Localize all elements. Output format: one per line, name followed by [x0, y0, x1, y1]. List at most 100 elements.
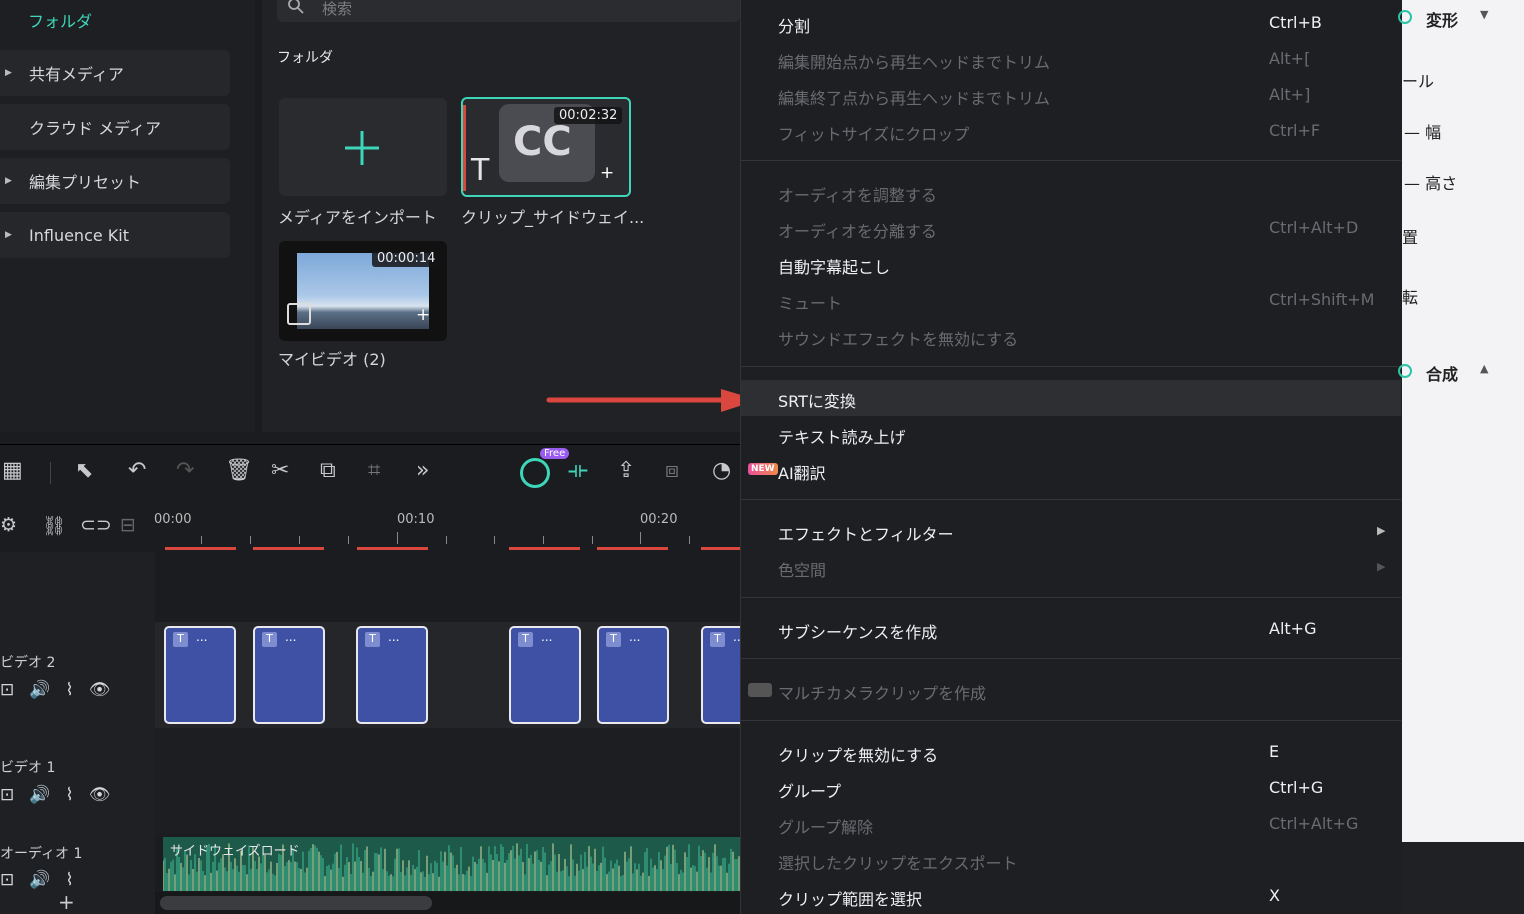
clip-range-marker	[253, 547, 324, 550]
menu-item-export-selected[interactable]: 選択したクリップをエクスポート	[778, 850, 1018, 874]
composite-heading[interactable]: 合成	[1426, 361, 1458, 385]
crop-icon[interactable]: ⌗	[368, 458, 380, 483]
expand-arrow-icon[interactable]: ▶	[5, 176, 15, 186]
select-pointer-icon[interactable]: ⬉	[75, 458, 93, 483]
auto-beat-icon[interactable]: ⟛	[568, 458, 588, 483]
property-label-height: — 高さ	[1404, 174, 1458, 193]
text-icon: T	[518, 632, 533, 647]
property-label: 転	[1402, 288, 1419, 307]
menu-item-split[interactable]: 分割	[778, 13, 810, 37]
track-manager-icon[interactable]: ⊟	[120, 514, 136, 536]
ai-mate-icon[interactable]	[520, 458, 550, 488]
menu-item-create-subsequence[interactable]: サブシーケンスを作成	[778, 619, 937, 643]
track-controls-video-1[interactable]: ⊡🔊⌇👁	[0, 785, 125, 805]
sidebar-title[interactable]: フォルダ	[28, 8, 92, 32]
sidebar-item-edit-presets[interactable]: ▶ 編集プリセット	[0, 158, 230, 204]
menu-item-select-clip-range[interactable]: クリップ範囲を選択	[778, 886, 922, 910]
delete-icon[interactable]: 🗑	[225, 458, 253, 483]
clip-range-marker	[597, 547, 668, 550]
timeline-text-clip[interactable]: T...	[509, 626, 581, 724]
add-icon[interactable]: +	[416, 305, 430, 325]
toggle-icon[interactable]	[1398, 364, 1412, 378]
property-label-width: — 幅	[1404, 123, 1442, 142]
media-item-subtitle-clip[interactable]: CC T 00:02:32 +	[461, 97, 631, 197]
timeline-scroll-thumb[interactable]	[160, 896, 432, 910]
menu-item-adjust-audio[interactable]: オーディオを調整する	[778, 182, 937, 206]
transform-heading[interactable]: 変形	[1426, 7, 1458, 31]
add-icon[interactable]: +	[600, 163, 614, 183]
menu-item-auto-captions[interactable]: 自動字幕起こし	[778, 254, 890, 278]
cut-icon[interactable]: ✂	[271, 458, 289, 483]
timeline-text-clip[interactable]: T...	[597, 626, 669, 724]
menu-item-crop-to-fit[interactable]: フィットサイズにクロップ	[778, 121, 969, 145]
menu-shortcut: Alt+[	[1269, 49, 1311, 68]
expand-arrow-icon[interactable]: ▶	[5, 230, 15, 240]
unlink-icon[interactable]: ⛓	[42, 514, 66, 537]
menu-item-trim-start[interactable]: 編集開始点から再生ヘッドまでトリム	[778, 49, 1050, 73]
submenu-arrow-icon: ▶	[1377, 560, 1386, 573]
track-controls-video-2[interactable]: ⊡🔊⌇👁	[0, 680, 125, 700]
menu-item-disable-sfx[interactable]: サウンドエフェクトを無効にする	[778, 326, 1018, 350]
image-icon[interactable]: ⧈	[665, 458, 679, 483]
media-item-my-video[interactable]: 00:00:14 +	[279, 241, 447, 341]
plus-icon	[345, 131, 379, 165]
menu-item-effects-filters[interactable]: エフェクトとフィルター	[778, 521, 954, 545]
menu-shortcut: E	[1269, 742, 1280, 761]
menu-item-create-multicam[interactable]: マルチカメラクリップを作成	[778, 680, 986, 704]
menu-item-disable-clip[interactable]: クリップを無効にする	[778, 742, 938, 766]
track-controls-audio-1[interactable]: ⊡🔊⌇	[0, 870, 89, 890]
expand-arrow-icon[interactable]: ▲	[1480, 362, 1488, 375]
clip-range-marker	[357, 547, 428, 550]
track-name: ビデオ 2	[0, 655, 56, 671]
ruler-label: 00:10	[397, 512, 435, 527]
track-lane-video-1[interactable]	[155, 728, 740, 834]
collapse-arrow-icon[interactable]: ▼	[1480, 8, 1488, 21]
menu-separator	[741, 160, 1401, 161]
add-track-icon[interactable]: +	[58, 890, 75, 914]
more-tools-icon[interactable]: »	[416, 458, 429, 483]
timeline-text-clip[interactable]: T...	[356, 626, 428, 724]
settings-icon[interactable]: ⚙	[0, 514, 17, 536]
sidebar-item-shared-media[interactable]: ▶ 共有メディア	[0, 50, 230, 96]
menu-item-group[interactable]: グループ	[778, 778, 841, 802]
text-icon: T	[173, 632, 188, 647]
media-caption: メディアをインポート	[278, 208, 437, 227]
menu-item-ai-translate[interactable]: AI翻訳	[778, 460, 826, 484]
toggle-icon[interactable]	[1398, 10, 1412, 24]
sidebar-item-cloud-media[interactable]: クラウド メディア	[0, 104, 230, 150]
speed-icon[interactable]: ◔	[712, 458, 731, 483]
menu-item-mute[interactable]: ミュート	[778, 290, 842, 314]
menu-item-text-to-speech[interactable]: テキスト読み上げ	[778, 424, 906, 448]
menu-item-ungroup[interactable]: グループ解除	[778, 814, 873, 838]
timeline-ruler[interactable]	[155, 502, 740, 552]
menu-shortcut: X	[1269, 886, 1280, 905]
link-icon[interactable]: ⊂⊃	[80, 514, 112, 536]
sidebar-item-label: 編集プリセット	[29, 173, 142, 192]
menu-shortcut: Ctrl+Alt+D	[1269, 218, 1359, 237]
share-icon[interactable]: ⇪	[617, 458, 635, 483]
text-clip-icon[interactable]: ⧉	[320, 458, 336, 483]
clip-range-marker	[701, 547, 740, 550]
timeline-text-clip[interactable]: T...	[164, 626, 236, 724]
undo-icon[interactable]: ↶	[128, 458, 146, 483]
submenu-arrow-icon: ▶	[1377, 524, 1386, 537]
sidebar-item-influence-kit[interactable]: ▶ Influence Kit	[0, 212, 230, 258]
menu-item-convert-to-srt[interactable]: SRTに変換	[778, 388, 856, 412]
folder-heading: フォルダ	[277, 50, 333, 66]
expand-arrow-icon[interactable]: ▶	[5, 68, 15, 78]
menu-separator	[741, 720, 1401, 721]
menu-shortcut: Ctrl+F	[1269, 121, 1321, 140]
track-name: オーディオ 1	[0, 846, 83, 862]
text-icon: T	[262, 632, 277, 647]
layout-grid-icon[interactable]: ▦	[2, 458, 23, 483]
menu-item-trim-end[interactable]: 編集終了点から再生ヘッドまでトリム	[778, 85, 1050, 109]
import-media-tile[interactable]	[279, 98, 447, 196]
menu-item-color-space[interactable]: 色空間	[778, 557, 826, 581]
duration-label: 00:02:32	[554, 107, 623, 124]
timeline-text-clip[interactable]: T...	[253, 626, 325, 724]
redo-icon[interactable]: ↷	[176, 458, 194, 483]
clip-range-marker	[509, 547, 580, 550]
free-badge: Free	[540, 448, 570, 459]
annotation-arrow-icon	[546, 389, 758, 412]
menu-item-detach-audio[interactable]: オーディオを分離する	[778, 218, 937, 242]
